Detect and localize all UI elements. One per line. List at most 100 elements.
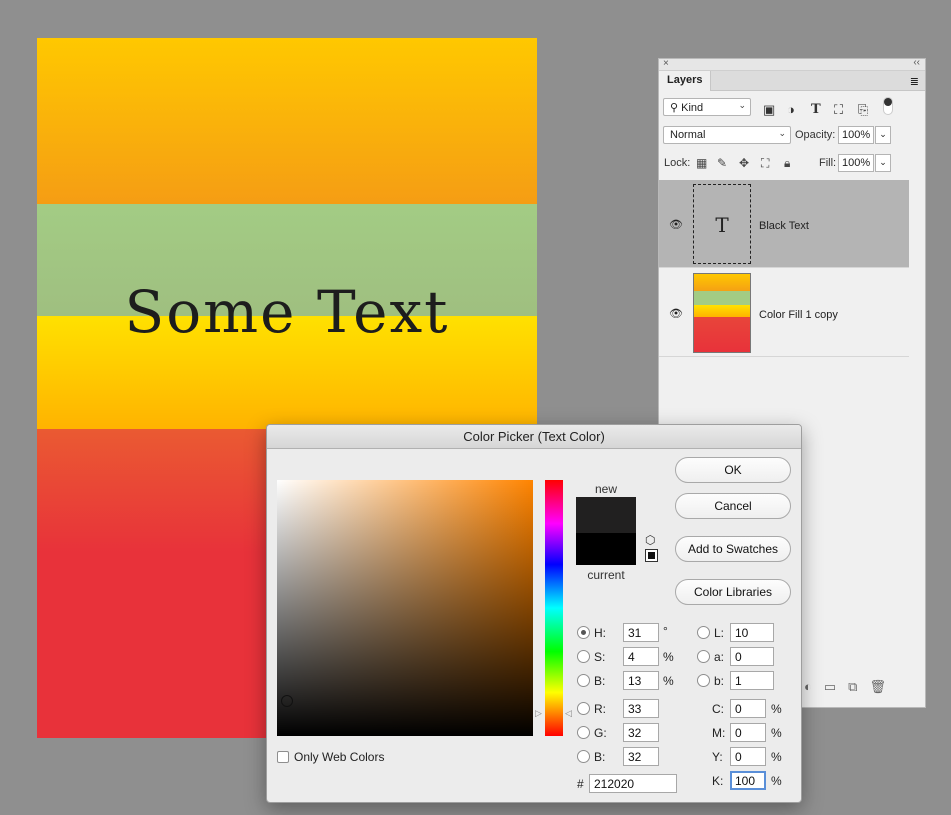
opacity-dropdown[interactable]: ⌄ [875,126,891,144]
red-field[interactable]: 33 [623,699,659,718]
panel-tabs: Layers ≣ [659,71,925,91]
current-color-swatch[interactable] [576,533,636,565]
yellow-field[interactable]: 0 [730,747,766,766]
radio-lightness[interactable] [697,626,710,639]
visibility-eye-icon[interactable]: 👁︎ [669,218,683,231]
new-layer-icon[interactable]: ⧉ [848,679,869,694]
radio-hue[interactable] [577,626,590,639]
lock-brush-icon[interactable]: ✎ [717,156,727,170]
current-label: current [587,568,625,582]
cancel-button[interactable]: Cancel [675,493,791,519]
black-label: K: [712,774,724,788]
panel-topbar: × ‹‹ [659,57,925,71]
green-label: G: [594,726,607,740]
only-web-colors-checkbox[interactable] [277,751,289,763]
hex-field[interactable]: 212020 [589,774,677,793]
panel-menu-icon[interactable]: ≣ [910,75,919,88]
ok-button[interactable]: OK [675,457,791,483]
layer-row-color-fill[interactable]: 👁︎ Color Fill 1 copy [659,269,909,357]
smart-object-filter-icon[interactable]: ⎘ [858,102,868,118]
panel-bottom-toolbar[interactable]: ◐▭⧉🗑︎ [804,679,898,695]
lock-artboard-icon[interactable]: ⛶ [761,156,769,171]
new-color-swatch [576,497,636,533]
canvas-text[interactable]: Some Text [37,278,537,346]
magenta-field[interactable]: 0 [730,723,766,742]
web-safe-icon[interactable] [645,549,658,562]
group-folder-icon[interactable]: ▭ [824,679,848,694]
shape-filter-icon[interactable]: ⛶ [834,102,843,118]
magenta-unit: % [771,726,782,740]
filter-kind-label: Kind [681,102,704,114]
lock-all-icon[interactable]: 🔒︎ [784,156,790,171]
lock-label: Lock: [664,157,691,169]
hue-arrow-right-icon[interactable]: ◁ [565,708,572,719]
lab-l-field[interactable]: 10 [730,623,774,642]
hue-label: H: [594,626,606,640]
layer-name[interactable]: Color Fill 1 copy [759,309,838,321]
tab-layers[interactable]: Layers [659,71,712,91]
type-filter-icon[interactable]: T [811,102,821,117]
saturation-brightness-field[interactable] [277,480,533,736]
blend-mode-select[interactable]: Normal ⌄ [663,126,791,144]
collapse-icon[interactable]: ‹‹ [913,57,920,68]
hue-unit: ° [663,624,668,638]
blue-label: B: [594,750,606,764]
saturation-unit: % [663,650,674,664]
color-marker[interactable] [281,695,293,707]
filter-kind-select[interactable]: ⚲ Kind ⌄ [663,98,751,116]
saturation-field[interactable]: 4 [623,647,659,666]
adjustment-filter-icon[interactable]: ◑ [787,102,795,117]
magenta-label: M: [712,726,726,740]
layer-row-black-text[interactable]: 👁︎ T Black Text [659,180,909,268]
lab-a-label: a: [714,650,725,664]
radio-blue[interactable] [577,750,590,763]
fill-input[interactable]: 100% [838,154,874,172]
only-web-colors-label[interactable]: Only Web Colors [294,750,384,764]
opacity-input[interactable]: 100% [838,126,874,144]
trash-icon[interactable]: 🗑︎ [869,679,898,694]
lab-b-label: b: [714,674,725,688]
close-icon[interactable]: × [663,58,669,69]
add-to-swatches-button[interactable]: Add to Swatches [675,536,791,562]
black-field[interactable]: 100 [730,771,766,790]
new-label: new [594,482,617,496]
chevron-down-icon: ⌄ [778,128,786,138]
filter-toggle[interactable] [883,97,893,115]
hue-arrow-left-icon[interactable]: ▷ [535,708,542,719]
radio-lab-a[interactable] [697,650,710,663]
red-label: R: [594,702,606,716]
cyan-field[interactable]: 0 [730,699,766,718]
color-libraries-button[interactable]: Color Libraries [675,579,791,605]
brightness-label: B: [594,674,606,688]
visibility-eye-icon[interactable]: 👁︎ [669,307,683,320]
layer-thumbnail-fill [693,273,751,353]
blend-mode-label: Normal [670,129,706,141]
radio-lab-b[interactable] [697,674,710,687]
saturation-label: S: [594,650,606,664]
brightness-field[interactable]: 13 [623,671,659,690]
radio-brightness[interactable] [577,674,590,687]
lock-move-icon[interactable]: ✥ [739,156,749,170]
fill-dropdown[interactable]: ⌄ [875,154,891,172]
green-field[interactable]: 32 [623,723,659,742]
out-of-gamut-cube-icon[interactable]: ⬡ [645,533,655,547]
cyan-label: C: [712,702,724,716]
hue-slider[interactable] [545,480,563,736]
radio-red[interactable] [577,702,590,715]
brightness-unit: % [663,674,674,688]
yellow-label: Y: [712,750,723,764]
image-filter-icon[interactable]: ▣ [763,102,775,118]
lock-transparent-icon[interactable]: ▦ [696,156,707,170]
lab-l-label: L: [714,626,725,640]
yellow-unit: % [771,750,782,764]
lab-a-field[interactable]: 0 [730,647,774,666]
layer-thumbnail-text: T [693,184,751,264]
adjustment-layer-icon[interactable]: ◐ [804,679,824,694]
radio-green[interactable] [577,726,590,739]
layer-name[interactable]: Black Text [759,220,809,232]
hue-field[interactable]: 31 [623,623,659,642]
lab-b-field[interactable]: 1 [730,671,774,690]
radio-saturation[interactable] [577,650,590,663]
fill-label: Fill: [819,157,837,169]
blue-field[interactable]: 32 [623,747,659,766]
